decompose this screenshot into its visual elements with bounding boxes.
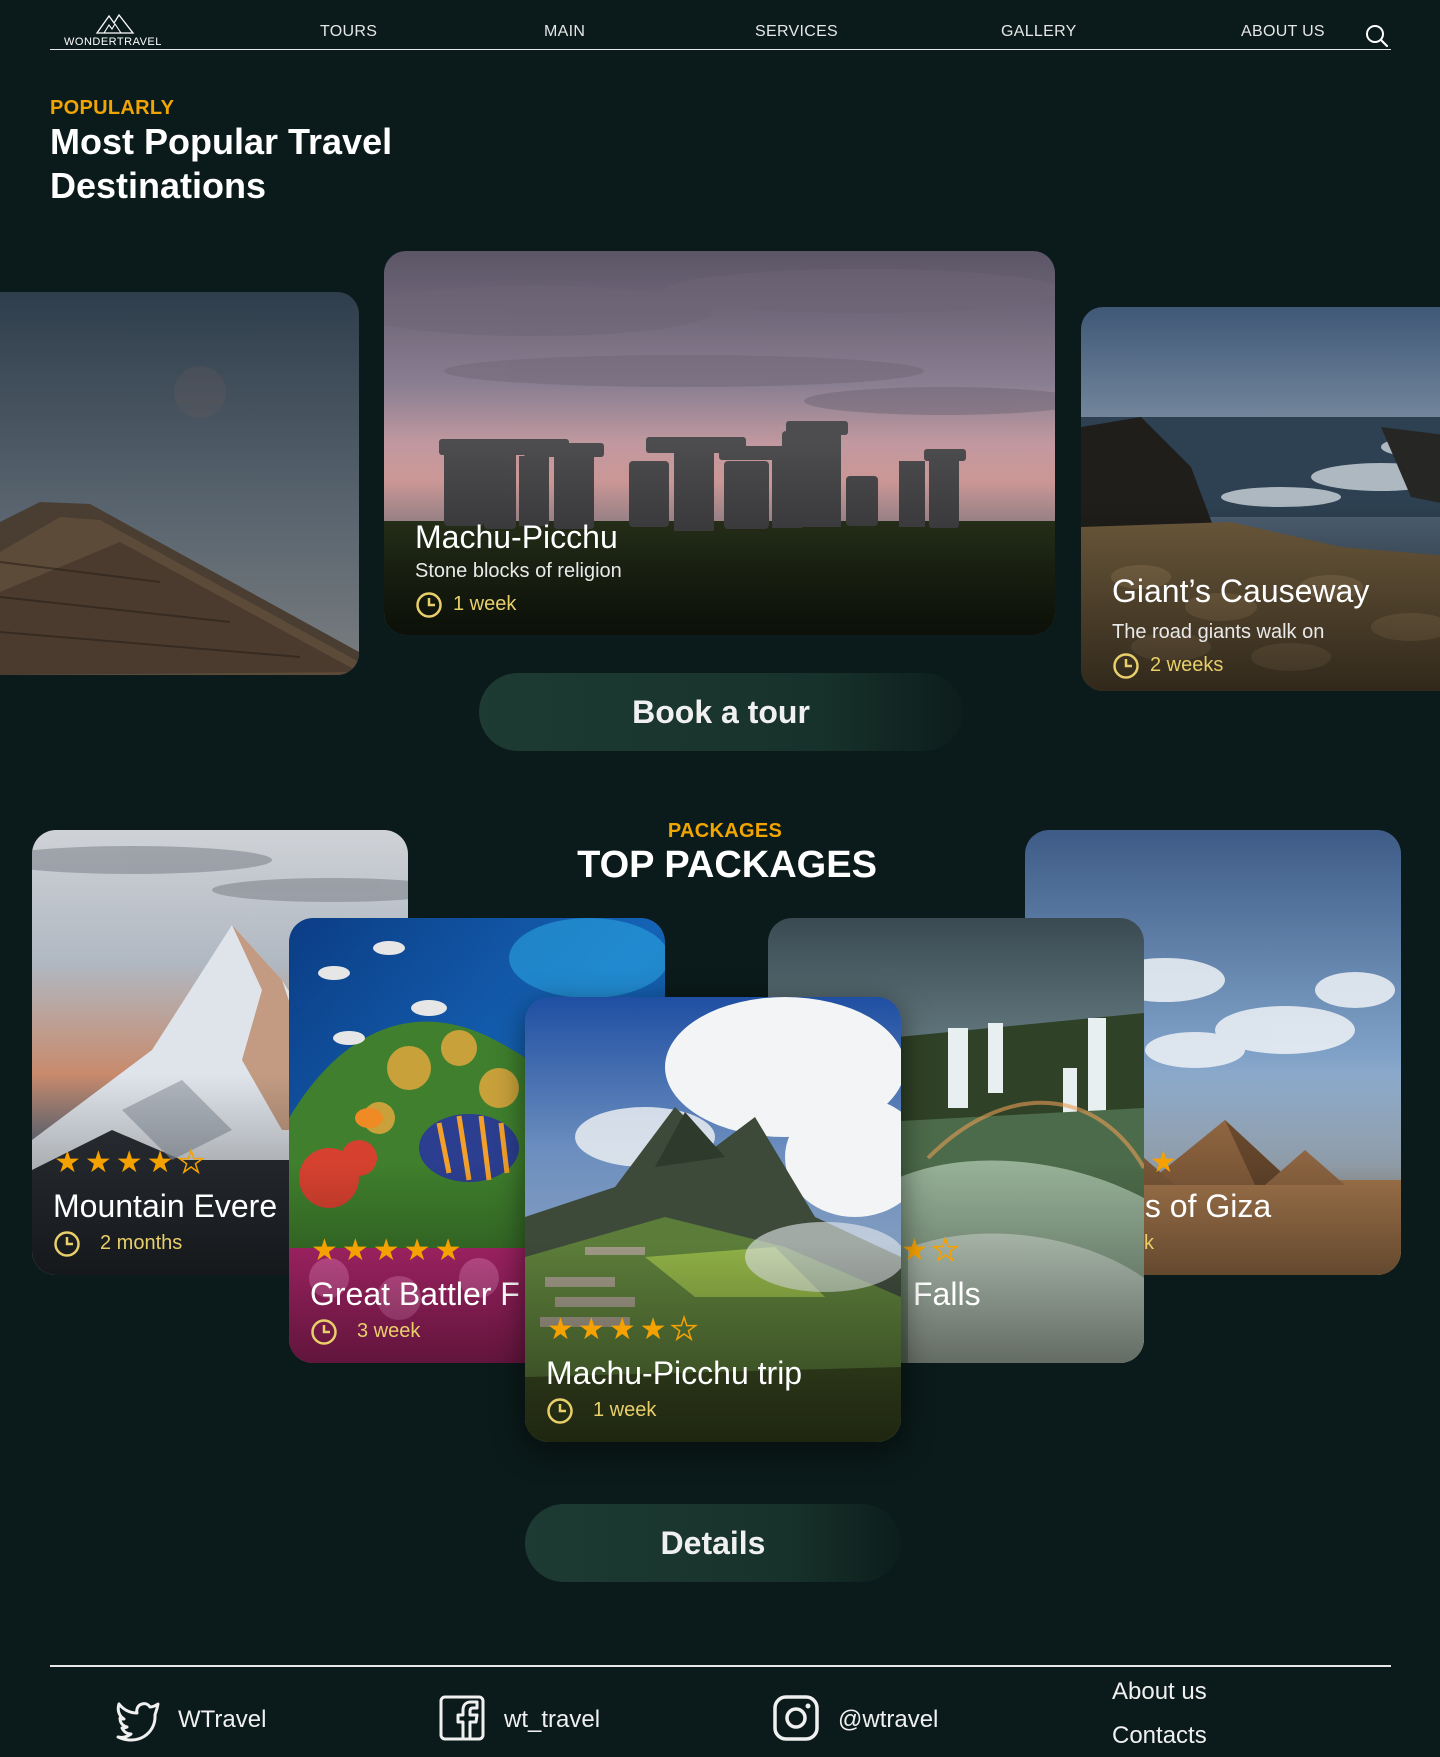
package-duration: 1 week bbox=[593, 1399, 657, 1421]
card-duration: 1 week bbox=[453, 593, 517, 615]
destination-card-machu-picchu[interactable]: Machu-Picchu Stone blocks of religion 1 … bbox=[384, 251, 1055, 635]
nav-gallery[interactable]: GALLERY bbox=[1001, 23, 1077, 41]
clock-icon bbox=[416, 592, 442, 618]
destination-card-giants-causeway[interactable]: Giant’s Causeway The road giants walk on… bbox=[1081, 307, 1440, 691]
package-duration: k bbox=[1144, 1232, 1154, 1254]
rating-stars: ★★ bbox=[901, 1233, 963, 1268]
card-title: Machu-Picchu bbox=[415, 519, 618, 555]
card-subtitle: Stone blocks of religion bbox=[415, 560, 622, 582]
search-icon[interactable] bbox=[1365, 24, 1389, 48]
nav-services[interactable]: SERVICES bbox=[755, 23, 838, 41]
logo[interactable]: WONDERTRAVEL bbox=[64, 12, 174, 48]
twitter-link[interactable]: WTravel bbox=[114, 1694, 374, 1744]
facebook-link[interactable]: wt_travel bbox=[438, 1694, 698, 1744]
instagram-icon bbox=[773, 1695, 819, 1741]
instagram-handle: @wtravel bbox=[838, 1706, 939, 1733]
clock-icon bbox=[54, 1231, 80, 1257]
twitter-handle: WTravel bbox=[178, 1706, 267, 1733]
rating-stars: ★★★★★ bbox=[547, 1312, 702, 1347]
footer-divider bbox=[50, 1665, 1391, 1667]
package-duration: 2 months bbox=[100, 1232, 183, 1254]
logo-text: WONDERTRAVEL bbox=[64, 36, 162, 48]
package-duration: 3 week bbox=[357, 1320, 421, 1342]
card-duration: 2 weeks bbox=[1150, 654, 1224, 676]
footer-link-contacts[interactable]: Contacts bbox=[1112, 1722, 1207, 1750]
nav-main[interactable]: MAIN bbox=[544, 23, 585, 41]
card-subtitle: The road giants walk on bbox=[1112, 621, 1325, 643]
rating-stars: ★★★★★ bbox=[54, 1145, 209, 1180]
package-title: Great Battler F bbox=[310, 1276, 520, 1312]
facebook-handle: wt_travel bbox=[504, 1706, 601, 1733]
mountain-logo-icon bbox=[95, 13, 135, 34]
facebook-icon bbox=[439, 1695, 485, 1741]
instagram-link[interactable]: @wtravel bbox=[772, 1694, 1032, 1744]
site-header: WONDERTRAVEL TOURS MAIN SERVICES GALLERY… bbox=[50, 0, 1391, 50]
card-title: Giant’s Causeway bbox=[1112, 573, 1370, 609]
clock-icon bbox=[547, 1398, 573, 1424]
details-button[interactable]: Details bbox=[525, 1504, 901, 1582]
destination-card-left[interactable] bbox=[0, 292, 359, 675]
package-title: Falls bbox=[913, 1276, 981, 1312]
book-tour-button[interactable]: Book a tour bbox=[479, 673, 963, 751]
popular-eyebrow: POPULARLY bbox=[50, 97, 175, 119]
nav-about-us[interactable]: ABOUT US bbox=[1241, 23, 1325, 41]
package-title: Mountain Evere bbox=[53, 1188, 278, 1224]
package-title: Machu-Picchu trip bbox=[546, 1355, 803, 1391]
clock-icon bbox=[311, 1319, 337, 1345]
pyramid-image bbox=[0, 292, 359, 675]
package-card-machu-picchu-trip[interactable]: ★★★★★ Machu-Picchu trip 1 week bbox=[525, 997, 901, 1442]
twitter-icon bbox=[116, 1702, 160, 1742]
clock-icon bbox=[1113, 653, 1139, 679]
rating-stars: ★★★★★ bbox=[311, 1234, 466, 1267]
footer-link-about-us[interactable]: About us bbox=[1112, 1678, 1207, 1706]
popular-title: Most Popular Travel Destinations bbox=[50, 121, 393, 206]
nav-tours[interactable]: TOURS bbox=[320, 23, 377, 41]
